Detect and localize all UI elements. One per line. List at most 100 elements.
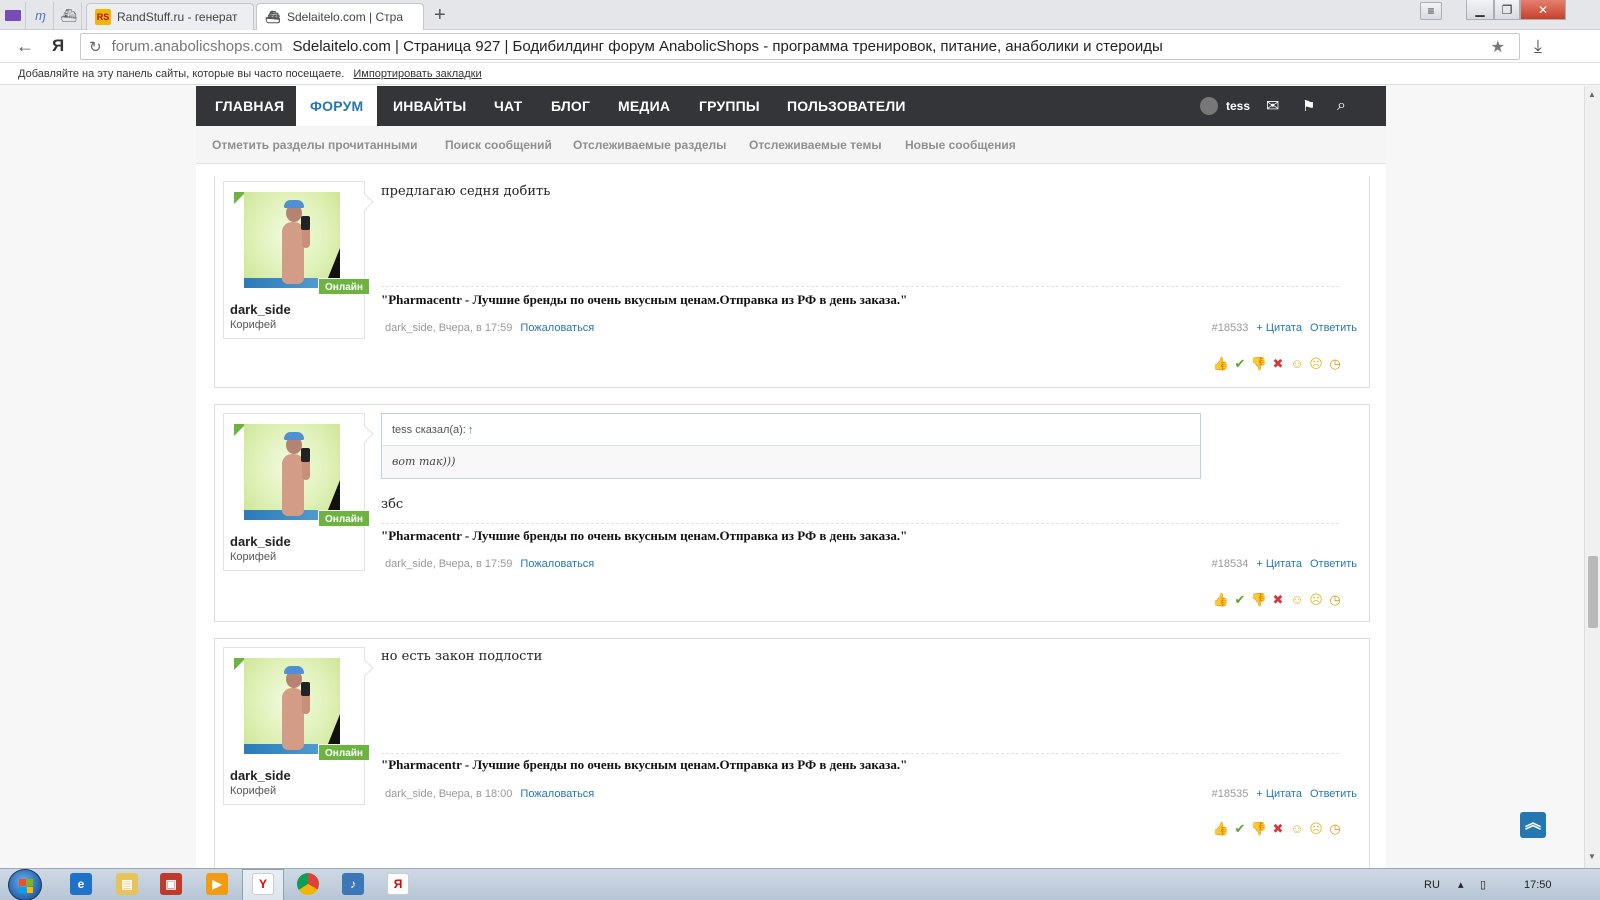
reload-icon[interactable]: ↻ [89,38,102,56]
nav-home[interactable]: ГЛАВНАЯ [215,86,284,126]
search-messages-link[interactable]: Поиск сообщений [445,126,552,164]
new-messages-link[interactable]: Новые сообщения [905,126,1016,164]
reply-link[interactable]: Ответить [1310,788,1357,800]
watched-forums-link[interactable]: Отслеживаемые разделы [573,126,726,164]
nav-chat[interactable]: ЧАТ [494,86,522,126]
nav-blog[interactable]: БЛОГ [551,86,590,126]
avatar[interactable] [244,192,340,288]
jump-to-quote-arrow[interactable]: ↑ [468,424,474,436]
maximize-button[interactable]: ❐ [1494,0,1520,20]
browser-menu-button[interactable]: ≡ [1420,2,1442,20]
thumbs-down-icon[interactable]: 👎 [1251,592,1267,608]
post-signature: "Pharmacentr - Лучшие бренды по очень вк… [381,757,908,772]
post-number[interactable]: #18533 [1212,322,1249,334]
scroll-down-arrow-icon[interactable]: ▼ [1588,852,1596,861]
language-indicator[interactable]: RU [1424,869,1440,900]
smile-icon[interactable]: ☺ [1289,356,1305,372]
quoted-message: tess сказал(а): ↑ вот так))) [381,413,1201,479]
tray-expand-icon[interactable]: ▴ [1458,869,1464,900]
watched-threads-link[interactable]: Отслеживаемые темы [749,126,882,164]
inbox-icon[interactable]: ✉ [1266,86,1279,126]
yandex-icon[interactable]: Я [387,873,409,895]
alerts-flag-icon[interactable]: ⚑ [1302,86,1315,126]
pinned-tab-3[interactable]: ⛴ [56,2,82,29]
thumbs-up-icon[interactable]: 👍 [1213,821,1229,837]
sad-icon[interactable]: ☹ [1308,821,1324,837]
tab-randstuff[interactable]: RS RandStuff.ru - генерат [86,3,254,30]
minimize-button[interactable]: ▁ [1466,0,1494,20]
thumbs-up-icon[interactable]: 👍 [1213,356,1229,372]
nav-groups[interactable]: ГРУППЫ [699,86,760,126]
nav-forum[interactable]: ФОРУМ [296,86,378,126]
reply-link[interactable]: Ответить [1310,322,1357,334]
check-icon[interactable]: ✔ [1232,821,1248,837]
avatar[interactable] [244,658,340,754]
new-tab-button[interactable]: + [434,4,446,26]
media-player-icon[interactable]: ▶ [206,873,228,895]
cross-icon[interactable]: ✖ [1270,356,1286,372]
battery-icon[interactable]: ▯ [1480,869,1486,900]
internet-explorer-icon[interactable]: e [70,873,92,895]
clock-icon[interactable]: ◷ [1327,356,1343,372]
post-number[interactable]: #18535 [1212,788,1249,800]
report-link[interactable]: Пожаловаться [520,558,594,570]
sound-app-icon[interactable]: ♪ [342,873,364,895]
author-name[interactable]: dark_side [230,302,291,317]
menu-icon: ≡ [1427,4,1435,18]
clock-icon[interactable]: ◷ [1327,592,1343,608]
scroll-up-arrow-icon[interactable]: ▲ [1588,90,1596,99]
tab-sdelaitelo[interactable]: ⛴ Sdelaitelo.com | Стра [256,3,424,30]
start-button[interactable] [8,869,42,900]
report-link[interactable]: Пожаловаться [520,788,594,800]
bookmark-star-icon[interactable]: ★ [1491,37,1505,57]
media-center-icon[interactable]: ▣ [160,873,182,895]
mark-forums-read-link[interactable]: Отметить разделы прочитанными [212,126,418,164]
url-field[interactable]: ↻ forum.anabolicshops.com Sdelaitelo.com… [80,33,1520,60]
downloads-icon[interactable]: ⤓ [1534,36,1542,57]
pinned-tab-2[interactable]: ɱ [28,2,54,29]
nav-invites[interactable]: ИНВАЙТЫ [393,86,466,126]
cross-icon[interactable]: ✖ [1270,821,1286,837]
cross-icon[interactable]: ✖ [1270,592,1286,608]
back-button[interactable]: ← [16,36,34,57]
close-window-button[interactable]: ✕ [1520,0,1566,20]
pinned-tab-mail[interactable] [0,2,26,29]
report-link[interactable]: Пожаловаться [520,322,594,334]
author-name[interactable]: dark_side [230,768,291,783]
yandex-logo[interactable]: Я [52,36,64,56]
import-bookmarks-link[interactable]: Импортировать закладки [353,68,481,80]
sad-icon[interactable]: ☹ [1308,356,1324,372]
sad-icon[interactable]: ☹ [1308,592,1324,608]
user-menu[interactable]: tess [1200,86,1250,126]
thumbs-down-icon[interactable]: 👎 [1251,821,1267,837]
clock[interactable]: 17:50 [1524,869,1552,900]
nav-users[interactable]: ПОЛЬЗОВАТЕЛИ [787,86,906,126]
post-18533: Онлайн dark_side Корифей предлагаю седня… [214,176,1370,388]
folder-icon[interactable]: ▤ [116,873,138,895]
clock-icon[interactable]: ◷ [1327,821,1343,837]
check-icon[interactable]: ✔ [1232,356,1248,372]
post-author-date[interactable]: dark_side, Вчера, в 17:59 [385,322,512,334]
thumbs-down-icon[interactable]: 👎 [1251,356,1267,372]
yandex-browser-icon[interactable]: Y [252,873,274,895]
windows-logo-icon [19,879,33,893]
chrome-icon[interactable] [297,873,319,895]
search-icon[interactable]: ⌕ [1337,86,1346,126]
page-scrollbar[interactable]: ▲ ▼ [1584,86,1600,868]
check-icon[interactable]: ✔ [1232,592,1248,608]
post-author-date[interactable]: dark_side, Вчера, в 18:00 [385,788,512,800]
reply-link[interactable]: Ответить [1310,558,1357,570]
avatar[interactable] [244,424,340,520]
author-name[interactable]: dark_side [230,534,291,549]
thumbs-up-icon[interactable]: 👍 [1213,592,1229,608]
quote-link[interactable]: + Цитата [1256,558,1302,570]
post-number[interactable]: #18534 [1212,558,1249,570]
scrollbar-thumb[interactable] [1588,556,1598,628]
smile-icon[interactable]: ☺ [1289,592,1305,608]
nav-media[interactable]: МЕДИА [618,86,670,126]
quote-link[interactable]: + Цитата [1256,322,1302,334]
quote-link[interactable]: + Цитата [1256,788,1302,800]
back-to-top-button[interactable]: ︽ [1520,812,1546,838]
smile-icon[interactable]: ☺ [1289,821,1305,837]
post-author-date[interactable]: dark_side, Вчера, в 17:59 [385,558,512,570]
